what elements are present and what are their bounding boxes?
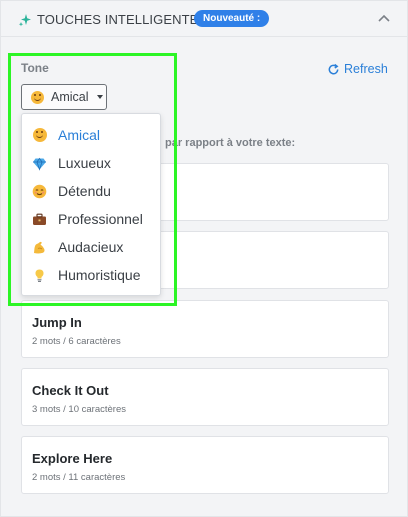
tone-dropdown-menu: Amical Luxueux Détendu Professionnel Aud… [21,113,161,296]
suggestion-card[interactable]: Check It Out 3 mots / 10 caractères [21,368,389,426]
tone-select-value: Amical [51,90,89,104]
tone-option-humoristique[interactable]: Humoristique [22,262,160,288]
flexed-biceps-icon [34,241,45,253]
tone-option-label: Professionnel [58,211,143,227]
light-bulb-icon [35,269,44,282]
briefcase-icon [33,213,46,225]
relieved-face-icon [32,184,47,198]
tone-label: Tone [21,61,49,75]
smile-icon [31,90,44,104]
tone-option-luxueux[interactable]: Luxueux [22,150,160,176]
tone-option-label: Détendu [58,183,111,199]
suggestion-meta: 2 mots / 11 caractères [32,472,126,483]
refresh-button[interactable]: Refresh [327,61,388,77]
new-badge: Nouveauté : [194,10,270,27]
gem-icon [33,157,46,171]
suggestion-card[interactable]: Jump In 2 mots / 6 caractères [21,300,389,358]
panel-header[interactable]: TOUCHES INTELLIGENTES Nouveauté : [1,1,407,37]
tone-option-professionnel[interactable]: Professionnel [22,206,160,232]
refresh-label: Refresh [344,62,388,76]
tone-option-detendu[interactable]: Détendu [22,178,160,204]
suggestion-meta: 3 mots / 10 caractères [32,404,126,415]
suggestion-meta: 2 mots / 6 caractères [32,336,121,347]
suggestion-card[interactable]: Explore Here 2 mots / 11 caractères [21,436,389,494]
tone-option-label: Amical [58,127,101,143]
tone-option-label: Luxueux [58,155,111,171]
tone-select[interactable]: Amical [21,84,107,110]
tone-option-label: Audacieux [58,239,124,255]
suggestion-title: Check It Out [32,383,109,398]
suggestion-title: Explore Here [32,451,113,466]
suggestions-intro: par rapport à votre texte: [165,137,296,149]
caret-down-icon [96,95,103,99]
tone-option-amical[interactable]: Amical [22,122,160,148]
refresh-icon [328,63,339,74]
sparkle-icon [18,14,31,27]
chevron-up-icon[interactable] [377,13,391,23]
suggestion-title: Jump In [32,315,82,330]
tone-option-audacieux[interactable]: Audacieux [22,234,160,260]
smile-icon [32,128,47,142]
smart-touches-panel: TOUCHES INTELLIGENTES Nouveauté : Tone R… [0,0,408,517]
panel-title: TOUCHES INTELLIGENTES [37,12,208,27]
tone-option-label: Humoristique [58,267,141,283]
